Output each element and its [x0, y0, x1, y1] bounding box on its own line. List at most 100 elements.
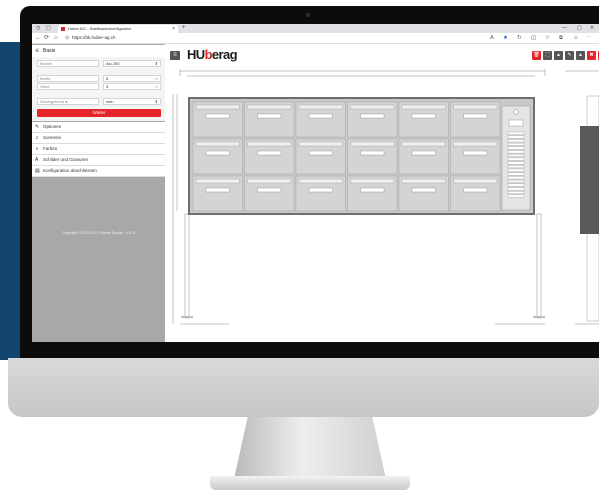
- more-menu-icon[interactable]: ⋯: [586, 33, 592, 43]
- bell-button[interactable]: [507, 131, 525, 135]
- app-header: ≡ HUberag 🗑 ⛶ ▲ ✎ ▲ ✖ ⚙: [165, 44, 599, 66]
- basis-form: Modell Alu 250 ⬍ Breite 6- + Höhe 3- + Du…: [32, 57, 165, 121]
- name-plate: [411, 150, 436, 156]
- reload-icon[interactable]: ⟳: [44, 33, 49, 43]
- monitor-chin: [8, 358, 599, 417]
- window-close-icon[interactable]: ✕: [590, 24, 594, 33]
- weiter-button[interactable]: Weiter: [37, 109, 161, 117]
- tab-close-icon[interactable]: ×: [172, 25, 175, 33]
- mailbox-drawing: [165, 66, 599, 342]
- read-aloud-icon[interactable]: A: [490, 33, 494, 43]
- letter-slot: [401, 104, 446, 110]
- letter-slot: [350, 178, 395, 184]
- section-basis-header[interactable]: ⚟ Basis: [32, 45, 165, 57]
- edit-icon[interactable]: ✎: [565, 51, 574, 60]
- menu-item-abschliessen[interactable]: ▤ Konfiguration abschliessen: [32, 166, 165, 177]
- letter-slot: [247, 104, 292, 110]
- minimize-icon[interactable]: —: [562, 24, 567, 33]
- technical-drawing-svg: [172, 69, 599, 325]
- menu-item-schilder[interactable]: A Schilder und Gravuren: [32, 155, 165, 166]
- name-plate: [308, 113, 333, 119]
- field-row-breite: Breite 6- +: [37, 75, 161, 82]
- section-basis-title: Basis: [43, 48, 56, 54]
- bell-button[interactable]: [507, 179, 525, 183]
- window-menu-icon[interactable]: ◷: [36, 24, 40, 33]
- upload-icon[interactable]: ▲: [554, 51, 563, 60]
- right-post-foot: [533, 316, 545, 318]
- new-tab-button[interactable]: +: [182, 24, 186, 33]
- refresh-extension-icon[interactable]: ↻: [517, 33, 522, 43]
- name-plate: [463, 113, 488, 119]
- collections-icon[interactable]: ⧉: [559, 33, 563, 43]
- speaker-grill: [508, 119, 524, 127]
- favorite-star-icon[interactable]: ★: [503, 33, 508, 43]
- monitor-stand-base: [210, 476, 410, 490]
- bell-button[interactable]: [507, 139, 525, 143]
- user-icon[interactable]: ▲: [576, 51, 585, 60]
- bell-button[interactable]: [507, 172, 525, 176]
- bell-button[interactable]: [507, 157, 525, 161]
- menu-item-label: Farben: [43, 146, 58, 151]
- config-sidebar: ⚟ Basis Modell Alu 250 ⬍ Breite 6- + Höhe…: [32, 44, 165, 342]
- back-icon[interactable]: ←: [35, 33, 41, 43]
- browser-tab[interactable]: Huber AG – Briefkastenkonfigurator ×: [58, 25, 178, 33]
- monitor-screen: ◷ ▢ Huber AG – Briefkastenkonfigurator ×…: [32, 24, 599, 342]
- name-plate: [257, 150, 282, 156]
- hoehe-stepper[interactable]: 3- +: [103, 83, 161, 90]
- bell-button[interactable]: [507, 194, 525, 198]
- field-label: Höhe: [37, 83, 99, 90]
- url-field[interactable]: https://bk.huber-ag.ch: [72, 35, 116, 40]
- close-config-icon[interactable]: ✖: [587, 51, 596, 60]
- hamburger-menu-icon[interactable]: ≡: [170, 51, 180, 60]
- menu-item-sonnerie[interactable]: ♫ Sonnerie: [32, 133, 165, 144]
- favorites-icon[interactable]: ☆: [545, 33, 550, 43]
- letter-slot: [298, 178, 343, 184]
- lock-icon: ⊙: [65, 35, 70, 41]
- menu-item-label: Konfiguration abschliessen: [43, 168, 97, 173]
- bell-button[interactable]: [507, 142, 525, 146]
- name-plate: [308, 150, 333, 156]
- name-plate: [205, 113, 230, 119]
- letter-slot: [298, 104, 343, 110]
- menu-item-optionen[interactable]: ✎ Optionen: [32, 122, 165, 133]
- favicon-icon: [61, 27, 65, 31]
- bell-button[interactable]: [507, 135, 525, 139]
- bell-button[interactable]: [507, 183, 525, 187]
- stepper-controls[interactable]: - +: [153, 84, 158, 90]
- stepper-controls[interactable]: - +: [153, 76, 158, 82]
- bell-button[interactable]: [507, 176, 525, 180]
- document-icon: ▤: [35, 168, 40, 174]
- durchgehend-select[interactable]: nein ⬍: [103, 98, 161, 105]
- menu-item-farben[interactable]: ◑ Farben: [32, 144, 165, 155]
- bell-button[interactable]: [507, 165, 525, 169]
- letter-slot: [453, 178, 498, 184]
- letter-slot: [401, 178, 446, 184]
- letter-slot: [350, 141, 395, 147]
- bell-button[interactable]: [507, 146, 525, 150]
- fullscreen-icon[interactable]: ⛶: [543, 51, 552, 60]
- name-plate: [463, 187, 488, 193]
- maximize-icon[interactable]: ▢: [577, 24, 582, 33]
- tab-actions-icon[interactable]: ▢: [46, 24, 51, 33]
- name-plate: [411, 113, 436, 119]
- side-view-box: [580, 126, 599, 234]
- modell-select[interactable]: Alu 250 ⬍: [103, 60, 161, 67]
- bell-button[interactable]: [507, 191, 525, 194]
- bell-button[interactable]: [507, 187, 525, 191]
- profile-icon[interactable]: ☺: [573, 33, 579, 43]
- left-post: [184, 213, 190, 319]
- bell-button[interactable]: [507, 168, 525, 172]
- select-arrow-icon: ⬍: [154, 61, 158, 66]
- bell-button[interactable]: [507, 150, 525, 154]
- delete-icon[interactable]: 🗑: [532, 51, 541, 60]
- bell-button[interactable]: [507, 154, 525, 157]
- tab-title: Huber AG – Briefkastenkonfigurator: [68, 26, 132, 31]
- browser-tab-bar: ◷ ▢ Huber AG – Briefkastenkonfigurator ×…: [32, 24, 599, 33]
- breite-stepper[interactable]: 6- +: [103, 75, 161, 82]
- split-screen-icon[interactable]: ◫: [531, 33, 536, 43]
- right-post: [536, 213, 542, 319]
- field-label: Modell: [37, 60, 99, 67]
- bell-button[interactable]: [507, 161, 525, 165]
- name-plate: [205, 150, 230, 156]
- home-icon[interactable]: ⌂: [54, 33, 58, 43]
